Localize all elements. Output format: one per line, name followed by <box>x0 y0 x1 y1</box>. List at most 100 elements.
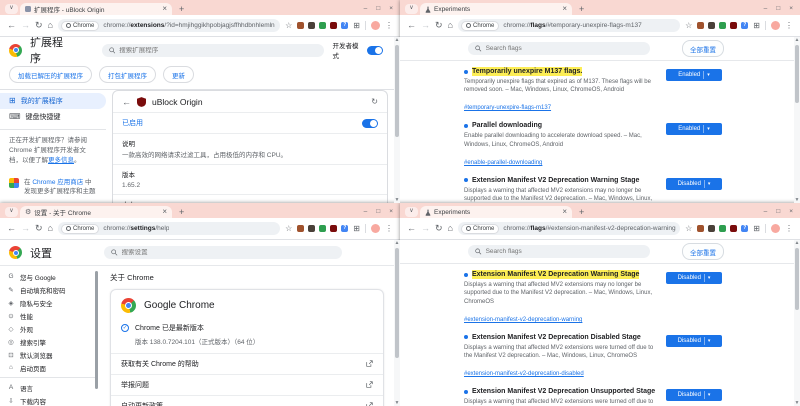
help-extension-icon[interactable]: ? <box>741 225 749 232</box>
home-icon[interactable]: ⌂ <box>48 224 53 233</box>
reload-icon[interactable]: ↻ <box>435 21 443 30</box>
about-link-row[interactable]: 自动更新政策 <box>111 394 383 406</box>
ublock-toolbar-icon[interactable] <box>730 225 738 232</box>
close-button[interactable]: × <box>789 5 793 12</box>
tab-close-icon[interactable]: × <box>562 208 567 216</box>
maximize-button[interactable]: □ <box>776 208 780 215</box>
scrollbar[interactable]: ▲ ▼ <box>794 37 800 203</box>
webstore-link[interactable]: Chrome 应用商店 <box>32 179 83 186</box>
settings-sidebar-item[interactable]: ◇ 外观 <box>0 322 98 335</box>
minimize-button[interactable]: – <box>364 5 368 12</box>
browser-tab[interactable]: Experiments × <box>420 206 572 218</box>
dev-action-button[interactable]: 更新 <box>163 66 194 83</box>
flag-anchor-link[interactable]: #extension-manifest-v2-deprecation-warni… <box>464 317 582 323</box>
profile-avatar[interactable] <box>371 21 380 30</box>
close-button[interactable]: × <box>389 208 393 215</box>
tab-close-icon[interactable]: × <box>162 5 167 13</box>
extension-icon-brown[interactable] <box>297 22 305 29</box>
close-button[interactable]: × <box>389 5 393 12</box>
search-flags-input[interactable] <box>485 248 643 255</box>
scrollbar[interactable]: ▲ ▼ <box>394 37 400 203</box>
tab-search-button[interactable]: ∨ <box>5 207 18 217</box>
tab-search-button[interactable]: ∨ <box>5 4 18 14</box>
extension-icon-dark[interactable] <box>308 22 316 29</box>
address-bar[interactable]: Chrome chrome://flags/#temporary-unexpir… <box>457 19 681 32</box>
flag-state-dropdown[interactable]: Enabled ▾ <box>666 123 722 136</box>
help-extension-icon[interactable]: ? <box>341 22 349 29</box>
settings-sidebar-item[interactable]: ◈ 隐私与安全 <box>0 296 98 309</box>
help-extension-icon[interactable]: ? <box>341 225 349 232</box>
extension-icon-green[interactable] <box>719 225 727 232</box>
origin-chip[interactable]: Chrome <box>60 20 100 31</box>
settings-sidebar-item[interactable]: ◎ 搜索引擎 <box>0 335 98 348</box>
flags-search[interactable] <box>468 245 650 258</box>
minimize-button[interactable]: – <box>764 5 768 12</box>
extension-icon-dark[interactable] <box>708 225 716 232</box>
reset-all-button[interactable]: 全部重置 <box>682 243 724 260</box>
forward-icon[interactable]: → <box>421 21 430 30</box>
new-tab-button[interactable]: + <box>179 5 184 14</box>
extension-icon-dark[interactable] <box>708 22 716 29</box>
extension-icon-green[interactable] <box>319 22 327 29</box>
extension-icon-dark[interactable] <box>308 225 316 232</box>
address-bar[interactable]: Chrome chrome://flags/#extension-manifes… <box>457 222 681 235</box>
ublock-toolbar-icon[interactable] <box>330 225 338 232</box>
origin-chip[interactable]: Chrome <box>60 223 100 234</box>
browser-tab[interactable]: 扩展程序 - uBlock Origin × <box>20 3 172 15</box>
flag-anchor-link[interactable]: #enable-parallel-downloading <box>464 160 542 166</box>
profile-avatar[interactable] <box>371 224 380 233</box>
search-settings-input[interactable] <box>121 249 335 256</box>
settings-sidebar-item[interactable]: ✎ 自动填充和密码 <box>0 283 98 296</box>
back-icon[interactable]: ← <box>407 21 416 30</box>
home-icon[interactable]: ⌂ <box>48 21 53 30</box>
back-icon[interactable]: ← <box>7 224 16 233</box>
address-bar[interactable]: Chrome chrome://extensions/?id=hmjihggik… <box>57 19 281 32</box>
about-link-row[interactable]: 举报问题 <box>111 373 383 395</box>
flag-state-dropdown[interactable]: Disabled ▾ <box>666 177 722 190</box>
dev-action-button[interactable]: 打包扩展程序 <box>99 66 156 83</box>
extension-reload-icon[interactable]: ↻ <box>371 97 378 106</box>
flag-state-dropdown[interactable]: Disabled ▾ <box>666 272 722 284</box>
browser-tab[interactable]: ⚙ 设置 - 关于 Chrome × <box>20 206 172 218</box>
tab-close-icon[interactable]: × <box>162 208 167 216</box>
flag-state-dropdown[interactable]: Disabled ▾ <box>666 389 722 402</box>
ublock-toolbar-icon[interactable] <box>730 22 738 29</box>
new-tab-button[interactable]: + <box>179 208 184 217</box>
extensions-puzzle-icon[interactable]: ⊞ <box>353 224 360 233</box>
sidebar-item[interactable]: ⊞ 我的扩展程序 <box>0 93 106 109</box>
dev-mode-toggle[interactable] <box>367 45 383 55</box>
extension-icon-brown[interactable] <box>697 22 705 29</box>
flag-anchor-link[interactable]: #temporary-unexpire-flags-m137 <box>464 105 551 111</box>
search-flags-input[interactable] <box>485 45 643 52</box>
browser-tab[interactable]: Experiments × <box>420 3 572 15</box>
extensions-search[interactable] <box>101 43 325 57</box>
minimize-button[interactable]: – <box>364 208 368 215</box>
tab-search-button[interactable]: ∨ <box>405 4 418 14</box>
maximize-button[interactable]: □ <box>376 208 380 215</box>
new-tab-button[interactable]: + <box>579 208 584 217</box>
extensions-puzzle-icon[interactable]: ⊞ <box>753 21 760 30</box>
settings-sidebar-item[interactable]: ⇩ 下载内容 <box>0 394 98 406</box>
origin-chip[interactable]: Chrome <box>460 20 500 31</box>
extensions-puzzle-icon[interactable]: ⊞ <box>753 224 760 233</box>
help-extension-icon[interactable]: ? <box>741 22 749 29</box>
reload-icon[interactable]: ↻ <box>35 224 43 233</box>
extension-icon-green[interactable] <box>319 225 327 232</box>
about-link-row[interactable]: 获取有关 Chrome 的帮助 <box>111 352 383 374</box>
bookmark-star-icon[interactable]: ☆ <box>685 21 692 30</box>
tab-close-icon[interactable]: × <box>562 5 567 13</box>
extension-icon-brown[interactable] <box>697 225 705 232</box>
scrollbar[interactable]: ▲ ▼ <box>794 240 800 406</box>
profile-avatar[interactable] <box>771 224 780 233</box>
bookmark-star-icon[interactable]: ☆ <box>285 224 292 233</box>
bookmark-star-icon[interactable]: ☆ <box>285 21 292 30</box>
menu-kebab-icon[interactable]: ⋮ <box>385 224 393 233</box>
flag-anchor-link[interactable]: #extension-manifest-v2-deprecation-disab… <box>464 371 584 377</box>
maximize-button[interactable]: □ <box>376 5 380 12</box>
search-input[interactable] <box>119 46 318 54</box>
reload-icon[interactable]: ↻ <box>435 224 443 233</box>
reset-all-button[interactable]: 全部重置 <box>682 40 724 57</box>
settings-search[interactable] <box>104 246 342 259</box>
home-icon[interactable]: ⌂ <box>448 21 453 30</box>
forward-icon[interactable]: → <box>21 224 30 233</box>
